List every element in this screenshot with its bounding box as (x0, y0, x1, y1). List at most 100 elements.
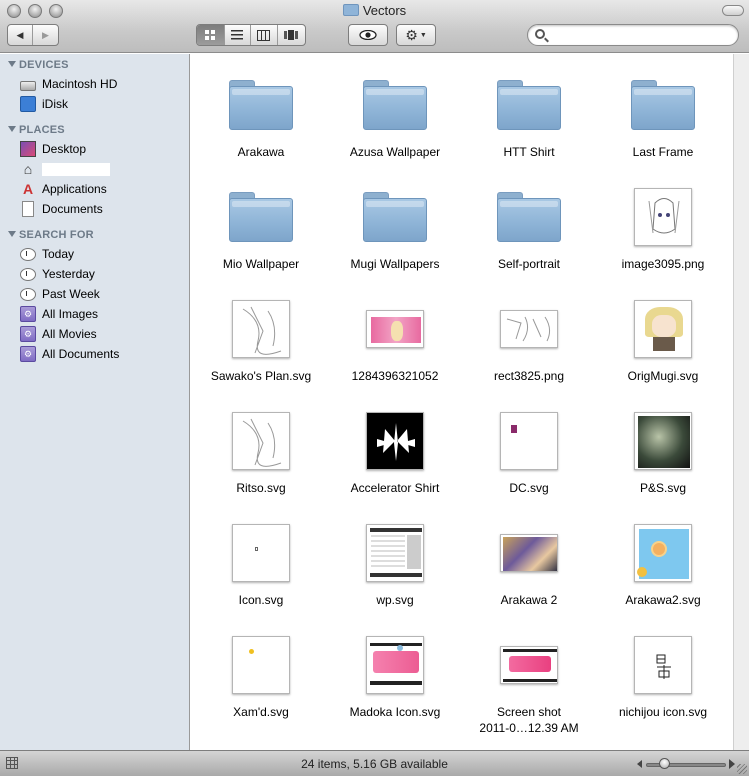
file-item[interactable]: wp.svg (328, 510, 462, 622)
item-label: image3095.png (621, 257, 705, 271)
sidebar-item-label: Documents (42, 202, 103, 216)
list-view-button[interactable] (225, 25, 252, 45)
file-item[interactable]: Sawako's Plan.svg (194, 286, 328, 398)
sidebar-item-today[interactable]: Today (20, 244, 188, 264)
sidebar-item-all-images[interactable]: ⚙ All Images (20, 304, 188, 324)
forward-button[interactable]: ▶ (33, 25, 58, 45)
item-label: Sawako's Plan.svg (210, 369, 312, 383)
smart-folder-icon: ⚙ (20, 306, 36, 322)
sidebar-item-label: Past Week (42, 287, 100, 301)
item-thumbnail (328, 632, 462, 698)
file-item[interactable]: nichijou icon.svg (596, 622, 730, 734)
sidebar-item-label: All Images (42, 307, 99, 321)
back-arrow-icon: ◀ (16, 29, 24, 40)
item-label: DC.svg (509, 481, 549, 495)
image-thumbnail-icon (366, 412, 424, 470)
item-thumbnail (596, 72, 730, 138)
item-label: Icon.svg (238, 593, 284, 607)
window-title: Vectors (0, 3, 749, 18)
item-label: rect3825.png (493, 369, 565, 383)
disclosure-triangle-icon (8, 61, 16, 67)
search-field[interactable] (527, 24, 739, 46)
sidebar-item-label: Today (42, 247, 75, 261)
image-thumbnail-icon (500, 310, 558, 348)
folder-item[interactable]: Self-portrait (462, 174, 596, 286)
disclosure-triangle-icon (8, 231, 16, 237)
item-thumbnail (194, 184, 328, 250)
image-thumbnail-icon (232, 524, 290, 582)
sidebar-item-macintosh-hd[interactable]: Macintosh HD (20, 74, 188, 94)
sidebar-item-yesterday[interactable]: Yesterday (20, 264, 188, 284)
devices-header[interactable]: DEVICES (8, 59, 69, 71)
eye-icon (359, 30, 377, 40)
search-for-header[interactable]: SEARCH FOR (8, 229, 94, 241)
image-thumbnail-icon (634, 300, 692, 358)
item-label: Mugi Wallpapers (350, 257, 440, 271)
sidebar-item-desktop[interactable]: Desktop (20, 139, 188, 159)
item-thumbnail (462, 72, 596, 138)
file-item[interactable]: DC.svg (462, 398, 596, 510)
file-item[interactable]: Icon.svg (194, 510, 328, 622)
icon-size-slider[interactable] (646, 763, 726, 767)
resize-grip-icon[interactable] (737, 764, 747, 774)
file-item[interactable]: P&S.svg (596, 398, 730, 510)
file-item[interactable]: Madoka Icon.svg (328, 622, 462, 734)
file-item[interactable]: Accelerator Shirt (328, 398, 462, 510)
quick-look-button[interactable] (348, 24, 388, 46)
sidebar: DEVICES Macintosh HD iDisk PLACES Deskto… (0, 54, 190, 750)
folder-item[interactable]: Mugi Wallpapers (328, 174, 462, 286)
column-view-button[interactable] (251, 25, 278, 45)
file-item[interactable]: Screen shot 2011-0…12.39 AM (462, 622, 596, 735)
sidebar-item-past-week[interactable]: Past Week (20, 284, 188, 304)
file-item[interactable]: 1284396321052 (328, 286, 462, 398)
item-thumbnail (596, 408, 730, 474)
places-header[interactable]: PLACES (8, 124, 65, 136)
file-item[interactable]: OrigMugi.svg (596, 286, 730, 398)
back-button[interactable]: ◀ (8, 25, 33, 45)
sidebar-item-label: Applications (42, 182, 107, 196)
folder-item[interactable]: Mio Wallpaper (194, 174, 328, 286)
item-label: Azusa Wallpaper (349, 145, 441, 159)
item-label: HTT Shirt (503, 145, 555, 159)
folder-item[interactable]: Arakawa (194, 62, 328, 174)
icon-size-slider-knob[interactable] (659, 758, 670, 769)
smart-folder-icon: ⚙ (20, 346, 36, 362)
folder-item[interactable]: Last Frame (596, 62, 730, 174)
icon-view-button[interactable] (197, 25, 225, 45)
item-label: Self-portrait (497, 257, 561, 271)
sidebar-item-all-documents[interactable]: ⚙ All Documents (20, 344, 188, 364)
file-item[interactable]: Xam'd.svg (194, 622, 328, 734)
cover-flow-button[interactable] (278, 25, 305, 45)
documents-icon (22, 201, 34, 217)
file-item[interactable]: rect3825.png (462, 286, 596, 398)
item-label: 1284396321052 (351, 369, 439, 383)
home-icon: ⌂ (23, 161, 33, 177)
vertical-scrollbar[interactable] (733, 54, 749, 750)
sidebar-item-all-movies[interactable]: ⚙ All Movies (20, 324, 188, 344)
folder-icon (631, 80, 695, 130)
item-thumbnail (462, 184, 596, 250)
sidebar-item-label: Desktop (42, 142, 87, 156)
item-thumbnail (194, 408, 328, 474)
item-label-line: Screen shot (496, 705, 562, 719)
folder-item[interactable]: HTT Shirt (462, 62, 596, 174)
toolbar-toggle-button[interactable] (722, 5, 744, 16)
sidebar-item-applications[interactable]: A Applications (20, 179, 188, 199)
file-item[interactable]: Arakawa2.svg (596, 510, 730, 622)
folder-item[interactable]: Azusa Wallpaper (328, 62, 462, 174)
file-item[interactable]: Ritso.svg (194, 398, 328, 510)
sidebar-item-idisk[interactable]: iDisk (20, 94, 188, 114)
image-thumbnail-icon (634, 412, 692, 470)
search-input[interactable] (552, 28, 732, 42)
action-menu-button[interactable]: ⚙ ▼ (396, 24, 436, 46)
item-thumbnail (596, 184, 730, 250)
cover-flow-icon (284, 30, 299, 40)
item-label: OrigMugi.svg (627, 369, 699, 383)
file-item[interactable]: image3095.png (596, 174, 730, 286)
file-item[interactable]: Arakawa 2 (462, 510, 596, 622)
sidebar-item-home[interactable]: ⌂ (20, 159, 188, 179)
image-thumbnail-icon (366, 310, 424, 348)
sidebar-item-documents[interactable]: Documents (20, 199, 188, 219)
folder-icon (229, 80, 293, 130)
item-label: Arakawa2.svg (625, 593, 701, 607)
